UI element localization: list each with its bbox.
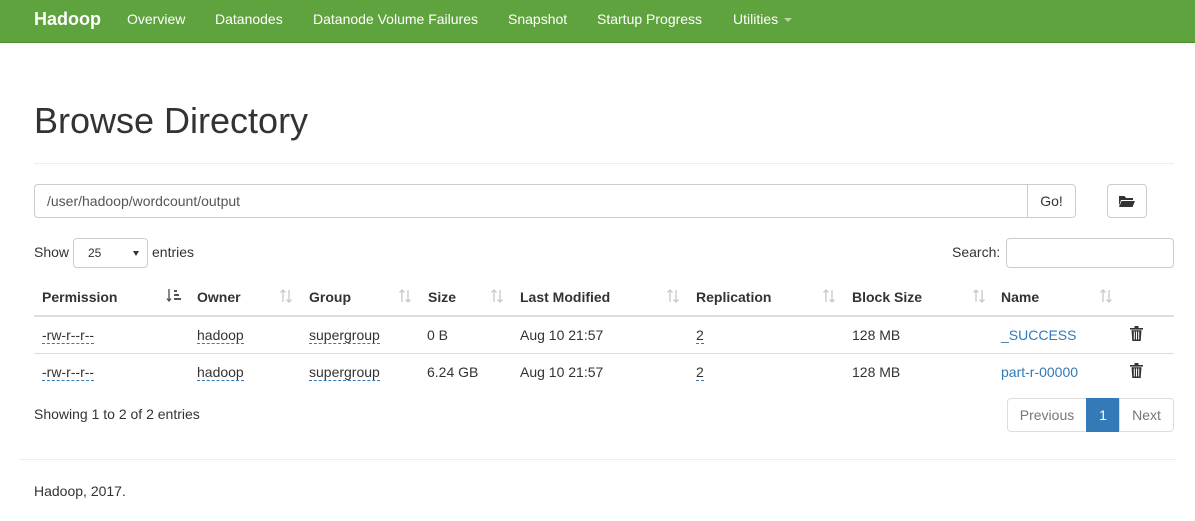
go-button[interactable]: Go! [1027, 184, 1076, 218]
col-header-owner[interactable]: Owner [197, 289, 241, 305]
sort-both-icon[interactable] [821, 288, 837, 304]
table-info: Showing 1 to 2 of 2 entries [34, 406, 200, 422]
divider [34, 163, 1174, 164]
sort-ascending-icon[interactable] [166, 288, 182, 304]
sort-both-icon[interactable] [971, 288, 987, 304]
top-navbar: Hadoop Overview Datanodes Datanode Volum… [0, 0, 1195, 43]
permission-cell[interactable]: -rw-r--r-- [42, 364, 95, 381]
caret-down-icon [784, 18, 793, 23]
sort-both-icon[interactable] [665, 288, 681, 304]
footer-text: Hadoop, 2017. [34, 483, 126, 499]
owner-cell[interactable]: hadoop [197, 327, 244, 344]
directory-path-input[interactable] [34, 184, 1028, 218]
nav-startup-progress[interactable]: Startup Progress [597, 11, 702, 27]
nav-utilities[interactable]: Utilities [733, 11, 793, 27]
file-name-link[interactable]: _SUCCESS [1001, 327, 1076, 343]
footer-divider [19, 459, 1176, 460]
block-size-cell: 128 MB [852, 364, 901, 380]
search-label: Search: [952, 244, 1001, 260]
last-modified-cell: Aug 10 21:57 [520, 364, 604, 380]
group-cell[interactable]: supergroup [309, 364, 380, 381]
open-folder-button[interactable] [1107, 184, 1147, 218]
sort-both-icon[interactable] [1098, 288, 1114, 304]
size-cell: 0 B [427, 327, 449, 343]
pagination: Previous 1 Next [1007, 398, 1174, 432]
sort-both-icon[interactable] [489, 288, 505, 304]
col-header-name[interactable]: Name [1001, 289, 1039, 305]
owner-cell[interactable]: hadoop [197, 364, 244, 381]
folder-open-icon [1119, 196, 1135, 207]
sort-both-icon[interactable] [278, 288, 294, 304]
nav-overview[interactable]: Overview [127, 11, 185, 27]
replication-cell[interactable]: 2 [696, 364, 704, 381]
nav-datanode-volume-failures[interactable]: Datanode Volume Failures [313, 11, 478, 27]
entries-label: entries [152, 244, 195, 260]
next-page-button[interactable]: Next [1119, 398, 1174, 432]
replication-cell[interactable]: 2 [696, 327, 704, 344]
permission-cell[interactable]: -rw-r--r-- [42, 327, 95, 344]
trash-icon[interactable] [1130, 363, 1143, 378]
col-header-group[interactable]: Group [309, 289, 351, 305]
entries-per-page-select[interactable]: 25 [73, 238, 148, 268]
size-cell: 6.24 GB [427, 364, 479, 380]
nav-datanodes[interactable]: Datanodes [215, 11, 283, 27]
block-size-cell: 128 MB [852, 327, 901, 343]
row-divider [34, 353, 1174, 354]
sort-both-icon[interactable] [397, 288, 413, 304]
brand-link[interactable]: Hadoop [34, 9, 101, 30]
file-name-link[interactable]: part-r-00000 [1001, 364, 1078, 380]
current-page-button[interactable]: 1 [1086, 398, 1120, 432]
table-header-border [34, 315, 1174, 317]
page-title: Browse Directory [34, 100, 309, 141]
previous-page-button[interactable]: Previous [1007, 398, 1087, 432]
last-modified-cell: Aug 10 21:57 [520, 327, 604, 343]
nav-utilities-label: Utilities [733, 11, 779, 27]
search-input[interactable] [1006, 238, 1174, 268]
nav-snapshot[interactable]: Snapshot [508, 11, 567, 27]
group-cell[interactable]: supergroup [309, 327, 380, 344]
col-header-permission[interactable]: Permission [42, 289, 117, 305]
col-header-last-modified[interactable]: Last Modified [520, 289, 610, 305]
col-header-size[interactable]: Size [428, 289, 456, 305]
trash-icon[interactable] [1130, 326, 1143, 341]
select-arrow-icon [133, 251, 139, 256]
col-header-block-size[interactable]: Block Size [852, 289, 922, 305]
col-header-replication[interactable]: Replication [696, 289, 771, 305]
show-label: Show [34, 244, 70, 260]
entries-select-value: 25 [88, 246, 102, 260]
